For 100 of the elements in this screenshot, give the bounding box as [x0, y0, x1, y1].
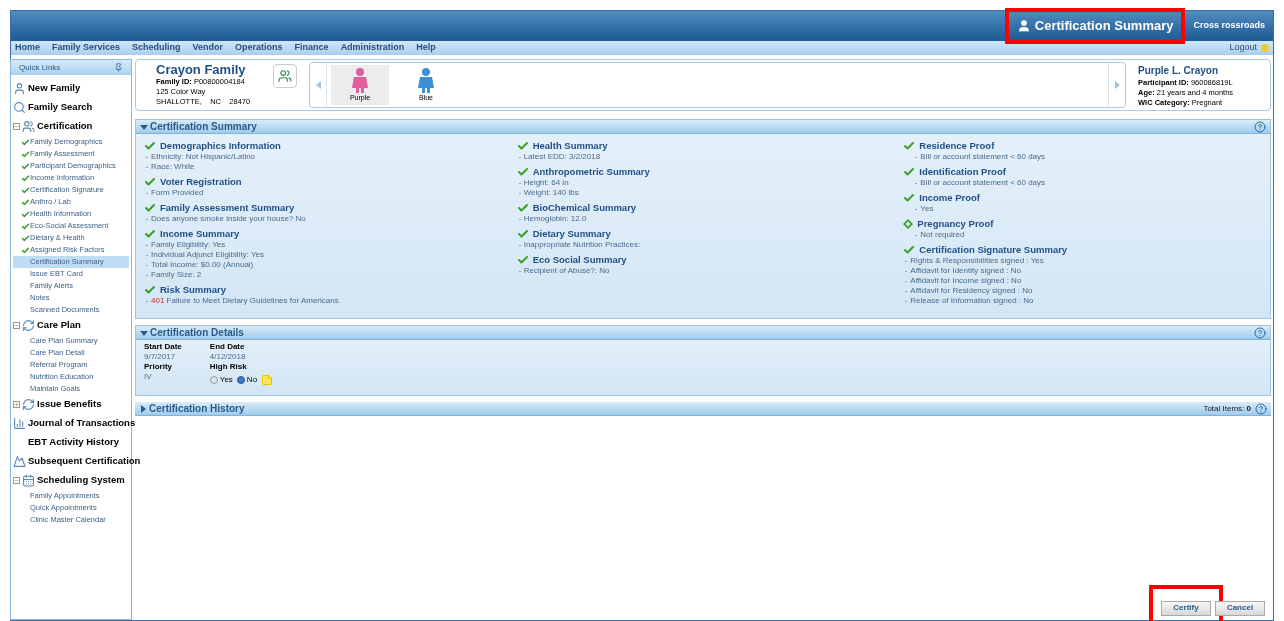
summary-line: Release of Information signed : No	[910, 296, 1034, 306]
group-title: Residence Proof	[919, 138, 995, 153]
collapse-icon[interactable]	[13, 477, 20, 484]
summary-line: 401 Failure to Meet Dietary Guidelines for Americans	[151, 296, 339, 306]
section-title: Certification Summary	[150, 120, 257, 134]
summary-line: Family Eligibility: Yes	[151, 240, 226, 250]
menu-item[interactable]: Family Services	[52, 41, 121, 55]
person-icon	[13, 82, 26, 95]
menu-item[interactable]: Home	[15, 41, 40, 55]
group-title: Eco Social Summary	[532, 252, 627, 267]
summary-line: Affidavit for Identity signed : No	[910, 266, 1021, 276]
menu-item[interactable]: Vendor	[192, 41, 224, 55]
field-label: Start Date	[144, 342, 182, 352]
summary-line: Affidavit for Residency signed : No	[910, 286, 1033, 296]
menu-item[interactable]: Help	[416, 41, 436, 55]
people-icon	[22, 120, 35, 133]
collapse-icon[interactable]	[13, 123, 20, 130]
summary-line: Height: 64 in	[523, 178, 569, 188]
calendar-icon	[22, 474, 35, 487]
pin-icon[interactable]	[114, 63, 123, 72]
sidebar-link[interactable]: Issue Benefits	[37, 397, 102, 412]
help-icon[interactable]	[1254, 326, 1266, 339]
summary-line: Does anyone smoke inside your house? No	[151, 214, 306, 224]
sidebar-link[interactable]: Care Plan	[37, 318, 81, 333]
sidebar-link[interactable]: Subsequent Certification	[28, 454, 141, 469]
group-title: Health Summary	[532, 138, 608, 153]
summary-line: Ethnicity: Not Hispanic/Latino	[151, 152, 256, 162]
summary-line: Total Income: $0.00 (Annual)	[151, 260, 254, 270]
field-label: Priority	[144, 362, 173, 372]
field-value: 4/12/2018	[209, 352, 247, 362]
summary-line: Hemoglobin: 12.0	[523, 214, 587, 224]
section-title: Certification History	[149, 402, 245, 416]
group-title: Certification Signature Summary	[919, 242, 1068, 257]
cycle-icon	[22, 398, 35, 411]
sidebar-link[interactable]: Certification	[37, 119, 93, 134]
group-title: Pregnancy Proof	[917, 216, 994, 231]
sidebar-link[interactable]: New Family	[28, 81, 81, 96]
summary-line: Individual Adjunct Eligibility: Yes	[151, 250, 264, 260]
summary-line: Family Size: 2	[151, 270, 202, 280]
help-icon[interactable]	[1254, 120, 1266, 133]
expand-icon[interactable]	[13, 401, 20, 408]
sidebar-link[interactable]: Family Search	[28, 100, 93, 115]
collapse-icon[interactable]	[140, 328, 148, 337]
action-button[interactable]: Cancel	[1215, 600, 1265, 616]
group-title: BioChemical Summary	[532, 200, 637, 215]
action-button[interactable]: Certify	[1161, 600, 1211, 616]
expand-icon[interactable]	[139, 404, 147, 413]
section-header[interactable]: Certification Summary	[136, 120, 1270, 134]
cycle-icon	[22, 319, 35, 332]
group-title: Voter Registration	[160, 174, 242, 189]
collapse-icon[interactable]	[13, 322, 20, 329]
sidebar-link[interactable]: EBT Activity History	[28, 435, 119, 450]
summary-line: Form Provided	[151, 188, 204, 198]
people-icon	[278, 69, 292, 83]
family-button[interactable]	[273, 64, 297, 88]
menu-item[interactable]: Scheduling	[132, 41, 181, 55]
field-value: 9/7/2017	[144, 352, 177, 362]
participant-name: Purple L. Crayon	[1138, 63, 1219, 78]
logout-link[interactable]: Logout	[1229, 41, 1257, 55]
field-value: IV	[144, 372, 153, 382]
sidebar-title: Quick Links	[19, 61, 61, 74]
summary-line: Yes	[920, 204, 934, 214]
section-title: Certification Details	[150, 326, 244, 340]
chart-icon	[13, 417, 26, 430]
scroll-right-icon[interactable]	[1113, 81, 1121, 89]
scroll-left-icon[interactable]	[314, 81, 322, 89]
group-title: Family Assessment Summary	[160, 200, 295, 215]
summary-line: Recipient of Abuse?: No	[523, 266, 610, 276]
summary-line: Weight: 140 lbs	[523, 188, 579, 198]
menu-item[interactable]: Operations	[235, 41, 283, 55]
sidebar-link[interactable]: Journal of Transactions	[28, 416, 136, 431]
field-label: End Date	[209, 342, 246, 352]
collapse-icon[interactable]	[140, 122, 148, 131]
person-icon	[1016, 19, 1031, 33]
field-label: High Risk	[209, 362, 248, 372]
summary-line: Affidavit for Income signed : No	[910, 276, 1022, 286]
summary-line: Race: White	[151, 162, 195, 172]
summary-line: Rights & Responsibilities signed : Yes	[910, 256, 1044, 266]
group-title: Identification Proof	[919, 164, 1006, 179]
summary-line: Inappropriate Nutrition Practices:	[523, 240, 641, 250]
section-header[interactable]: Certification History Total Items: 0	[135, 402, 1271, 416]
menu-item[interactable]: Finance	[294, 41, 329, 55]
total-items: Total Items: 0	[1203, 402, 1251, 415]
menu-item[interactable]: Administration	[340, 41, 405, 55]
help-icon[interactable]	[1255, 402, 1267, 415]
summary-line: Latest EDD: 3/2/2018	[523, 152, 601, 162]
page-title: Certification Summary	[1034, 17, 1174, 36]
family-name: Crayon Family	[156, 63, 247, 77]
radio-option[interactable]: No	[236, 374, 258, 386]
group-title: Risk Summary	[160, 282, 226, 297]
group-title: Demographics Information	[160, 138, 281, 153]
section-header[interactable]: Certification Details	[136, 326, 1270, 340]
group-title: Income Summary	[160, 226, 240, 241]
sidebar-link[interactable]: Scheduling System	[37, 473, 125, 488]
group-title: Income Proof	[919, 190, 981, 205]
mountain-icon	[13, 455, 26, 468]
radio-option[interactable]: Yes	[209, 374, 233, 386]
group-title: Dietary Summary	[532, 226, 611, 241]
summary-line: Not required	[920, 230, 965, 240]
group-title: Anthropometric Summary	[532, 164, 650, 179]
